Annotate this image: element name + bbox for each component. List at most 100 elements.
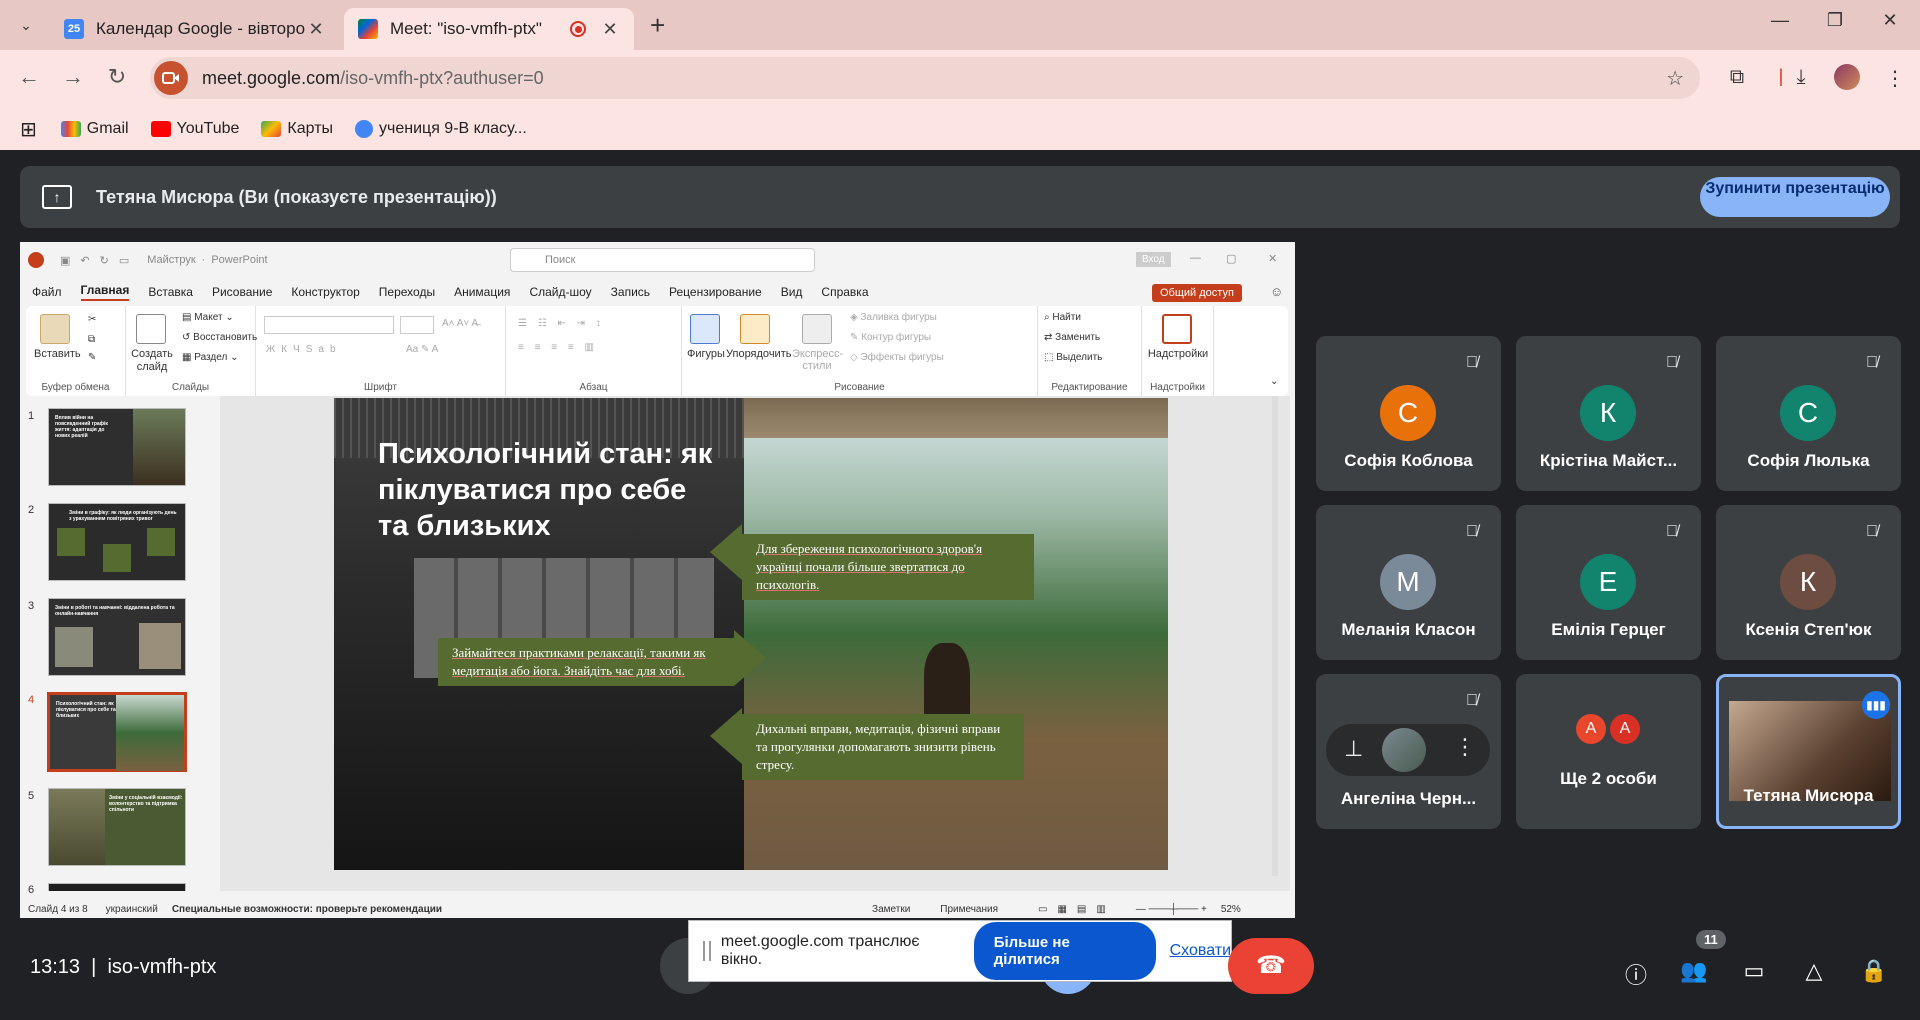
ribbon-tab[interactable]: Файл <box>32 285 62 299</box>
font-family-select[interactable] <box>264 316 394 334</box>
participant-tile[interactable]: 🎙̸ ⊥ ⋮ Ангеліна Черн... <box>1316 674 1501 829</box>
pp-search-input[interactable]: Поиск <box>510 248 815 272</box>
cut-icon[interactable]: ✂ <box>88 314 96 325</box>
slide-thumb-2[interactable]: Зміни в графіку: як люди організують ден… <box>48 503 186 581</box>
bookmark-gmail[interactable]: Gmail <box>60 120 129 138</box>
slide-thumb-4[interactable]: Психологічний стан: як піклуватися про с… <box>47 692 187 772</box>
activities-icon[interactable]: △ <box>1796 958 1832 984</box>
participant-tile[interactable]: 🎙̸ С Софія Люлька <box>1716 336 1901 491</box>
window-close-icon[interactable]: ✕ <box>1870 10 1910 31</box>
drag-handle-icon[interactable] <box>703 941 711 961</box>
ribbon-tab[interactable]: Рецензирование <box>669 285 762 299</box>
pp-maximize-icon[interactable]: ▢ <box>1226 252 1236 265</box>
addins-icon[interactable] <box>1162 314 1192 344</box>
font-size-select[interactable] <box>400 316 434 334</box>
hang-up-button[interactable]: ☎ <box>1228 938 1314 994</box>
status-lang[interactable]: украинский <box>106 904 158 915</box>
tab-calendar[interactable]: 25 Календар Google - вівторок, 2 ✕ <box>50 8 340 50</box>
paste-label[interactable]: Вставить <box>34 348 81 360</box>
others-tile[interactable]: A A Ще 2 особи <box>1516 674 1701 829</box>
comments-icon[interactable]: ☺ <box>1270 284 1283 299</box>
align-buttons[interactable]: ≡ ≡ ≡ ≡ ▥ <box>518 342 598 353</box>
shapes-icon[interactable] <box>690 314 720 344</box>
participant-tile[interactable]: 🎙̸ К Ксенія Степ'юк <box>1716 505 1901 660</box>
pp-minimize-icon[interactable]: — <box>1190 252 1201 264</box>
ribbon-tab[interactable]: Переходы <box>379 285 435 299</box>
express-styles-label[interactable]: Экспресс-стили <box>792 348 843 372</box>
slide-thumb-6[interactable] <box>48 883 186 891</box>
stop-sharing-button[interactable]: Більше не ділитися <box>973 922 1156 980</box>
copy-icon[interactable]: ⧉ <box>88 334 95 345</box>
back-icon[interactable]: ← <box>14 64 44 90</box>
chevron-up-icon[interactable] <box>608 938 664 994</box>
ribbon-tab[interactable]: Анимация <box>454 285 510 299</box>
ribbon-tab[interactable]: Конструктор <box>291 285 359 299</box>
apps-grid-icon[interactable]: ⊞ <box>20 117 37 142</box>
list-buttons[interactable]: ☰ ☷ ⇤ ⇥ ↕ <box>518 318 605 329</box>
maximize-icon[interactable]: ❐ <box>1815 10 1855 31</box>
host-controls-icon[interactable]: 🔒 <box>1856 958 1892 984</box>
people-icon[interactable]: 👥 <box>1676 958 1712 984</box>
extensions-icon[interactable]: ⧉ <box>1722 66 1752 89</box>
new-slide-icon[interactable] <box>136 314 166 344</box>
minimize-icon[interactable]: — <box>1760 10 1800 31</box>
menu-kebab-icon[interactable]: ⋮ <box>1880 66 1910 91</box>
bookmark-youtube[interactable]: YouTube <box>150 120 239 138</box>
zoom-level[interactable]: 52% <box>1221 904 1241 915</box>
slide-thumb-5[interactable]: Зміни у соціальній взаємодії: волонтерст… <box>48 788 186 866</box>
view-buttons[interactable]: ▭▦▤▥ <box>1038 904 1116 915</box>
select-button[interactable]: ⬚ Выделить <box>1044 352 1102 363</box>
format-painter-icon[interactable]: ✎ <box>88 352 96 363</box>
tab-search-chevron-icon[interactable]: ⌄ <box>10 9 42 41</box>
ribbon-collapse-icon[interactable]: ⌄ <box>1270 376 1278 387</box>
arrange-label[interactable]: Упорядочить <box>726 348 791 360</box>
zoom-slider[interactable]: — ───┼─── + <box>1136 904 1207 915</box>
pp-close-icon[interactable]: ✕ <box>1268 252 1277 265</box>
addins-label[interactable]: Надстройки <box>1142 348 1214 360</box>
ribbon-tab[interactable]: Запись <box>611 285 650 299</box>
slide-thumb-3[interactable]: Зміни в роботі та навчанні: віддалена ро… <box>48 598 186 676</box>
shape-fill-button[interactable]: ◈ Заливка фигуры <box>850 312 937 323</box>
present-icon[interactable]: ▭ <box>119 254 129 267</box>
save-icon[interactable]: ▣ <box>60 254 70 267</box>
address-bar[interactable]: meet.google.com/iso-vmfh-ptx?authuser=0 … <box>150 57 1700 99</box>
shape-outline-button[interactable]: ✎ Контур фигуры <box>850 332 931 343</box>
signin-button[interactable]: Вход <box>1136 252 1171 267</box>
current-slide[interactable]: Психологічний стан: як піклуватися про с… <box>334 398 1168 870</box>
font-size-buttons[interactable]: A˄ A˅ A̶ <box>442 318 478 329</box>
bookmark-star-icon[interactable]: ☆ <box>1666 66 1684 91</box>
find-button[interactable]: ⌕ Найти <box>1044 312 1081 323</box>
section-button[interactable]: ▦ Раздел ⌄ <box>182 352 238 363</box>
participant-tile[interactable]: 🎙̸ М Меланія Класон <box>1316 505 1501 660</box>
pin-icon[interactable]: ⊥ <box>1344 736 1363 762</box>
ribbon-tab-home[interactable]: Главная <box>80 283 130 301</box>
bookmark-maps[interactable]: Карты <box>261 120 333 138</box>
ribbon-tab[interactable]: Рисование <box>212 285 272 299</box>
redo-icon[interactable]: ↻ <box>100 254 109 267</box>
participant-tile[interactable]: 🎙̸ К Крістіна Майст... <box>1516 336 1701 491</box>
replace-button[interactable]: ⇄ Заменить <box>1044 332 1100 343</box>
participant-tile[interactable]: 🎙̸ Е Емілія Герцег <box>1516 505 1701 660</box>
paste-icon[interactable] <box>40 314 70 344</box>
layout-button[interactable]: ▤ Макет ⌄ <box>182 312 234 323</box>
download-icon[interactable]: ⤓ <box>1786 66 1816 89</box>
font-style-buttons[interactable]: ЖКЧSab <box>266 344 342 355</box>
reload-icon[interactable]: ↻ <box>102 64 132 90</box>
tab-meet[interactable]: Meet: "iso-vmfh-ptx" ✕ <box>344 8 634 50</box>
comments-button[interactable]: Примечания <box>940 904 998 915</box>
info-icon[interactable]: ⓘ <box>1618 958 1654 990</box>
site-info-icon[interactable] <box>154 61 188 95</box>
ribbon-tab[interactable]: Вставка <box>148 285 193 299</box>
stop-presenting-button[interactable]: Зупинити презентацію <box>1700 177 1890 217</box>
share-button[interactable]: Общий доступ <box>1152 284 1242 302</box>
participant-tile[interactable]: 🎙̸ С Софія Коблова <box>1316 336 1501 491</box>
ribbon-tab[interactable]: Слайд-шоу <box>529 285 591 299</box>
ribbon-tab[interactable]: Вид <box>781 285 803 299</box>
chat-icon[interactable]: ▭ <box>1736 958 1772 984</box>
bookmark-class[interactable]: учениця 9-В класу... <box>355 120 527 138</box>
close-tab-icon[interactable]: ✕ <box>600 19 620 40</box>
shapes-label[interactable]: Фигуры <box>684 348 728 360</box>
notes-button[interactable]: Заметки <box>872 904 910 915</box>
new-slide-label[interactable]: Создать слайд <box>128 348 176 374</box>
express-styles-icon[interactable] <box>802 314 832 344</box>
